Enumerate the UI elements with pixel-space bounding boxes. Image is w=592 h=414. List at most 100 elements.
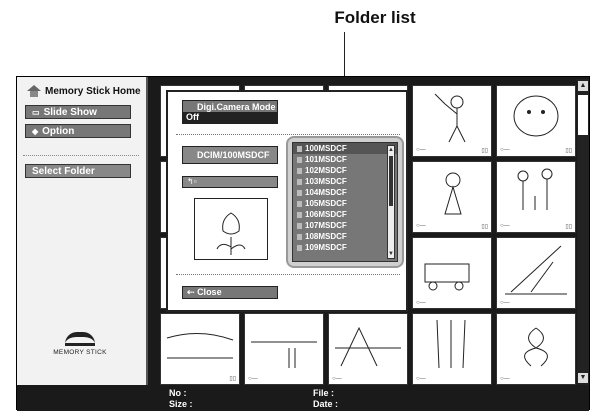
protect-icon: ○— <box>416 147 426 153</box>
home-label: Memory Stick Home <box>45 85 141 97</box>
folder-list: 100MSDCF 101MSDCF 102MSDCF 103MSDCF 104M… <box>292 142 398 262</box>
folder-item[interactable]: 105MSDCF <box>293 198 397 209</box>
folder-list-scrollbar[interactable]: ▲ ▼ <box>387 145 395 259</box>
protect-icon: ○— <box>500 376 510 382</box>
folder-item[interactable]: 103MSDCF <box>293 176 397 187</box>
camera-mode-value: Off <box>183 112 277 123</box>
info-size: Size : <box>169 399 193 409</box>
scroll-thumb[interactable] <box>578 95 588 135</box>
date-icon: ▯▯ <box>481 148 488 154</box>
folder-item[interactable]: 101MSDCF <box>293 154 397 165</box>
thumbnail[interactable]: ○— ▯▯ <box>496 161 576 233</box>
dog-image <box>513 95 559 137</box>
thumbnail[interactable]: ○— ▯▯ <box>496 85 576 157</box>
windsurfer-image <box>505 245 567 295</box>
folder-item[interactable]: 108MSDCF <box>293 231 397 242</box>
beach-image <box>166 332 234 359</box>
folder-icon <box>297 189 302 196</box>
folder-item[interactable]: 104MSDCF <box>293 187 397 198</box>
date-icon: ▯▯ <box>565 148 572 154</box>
memory-stick-logo-icon <box>65 332 95 346</box>
folder-icon <box>297 222 302 229</box>
memory-stick-home[interactable]: Memory Stick Home <box>27 85 141 97</box>
folder-name: 103MSDCF <box>305 177 347 186</box>
date-icon: ▯▯ <box>565 224 572 230</box>
thumbnail[interactable]: ○— <box>496 237 576 309</box>
family-image <box>517 168 553 210</box>
folder-list-callout-label: Folder list <box>334 8 416 27</box>
folder-path-label: DCIM/100MSDCF <box>197 150 270 160</box>
folder-icon <box>297 145 302 152</box>
memory-stick-logo-text: MEMORY STICK <box>53 349 107 356</box>
close-button[interactable]: ⇠ Close <box>182 286 278 299</box>
scroll-up-icon[interactable]: ▲ <box>578 81 588 91</box>
scroll-down-icon[interactable]: ▼ <box>578 373 588 383</box>
date-icon: ▯▯ <box>229 376 236 382</box>
folder-item[interactable]: 107MSDCF <box>293 220 397 231</box>
grid-scrollbar[interactable]: ▲ ▼ <box>577 79 589 385</box>
info-date: Date : <box>313 399 339 409</box>
slide-show-label: Slide Show <box>43 106 97 118</box>
flower-image <box>524 327 548 367</box>
folder-path-button[interactable]: DCIM/100MSDCF <box>182 146 278 164</box>
protect-icon: ○— <box>500 300 510 306</box>
folder-name: 106MSDCF <box>305 210 347 219</box>
home-icon <box>27 85 41 97</box>
scroll-down-icon[interactable]: ▼ <box>388 250 394 258</box>
thumbnail[interactable]: ○— <box>496 313 576 385</box>
train-image <box>424 263 470 291</box>
folder-item[interactable]: 100MSDCF <box>293 143 397 154</box>
back-arrow-icon: ⇠ <box>187 287 195 297</box>
folder-name: 109MSDCF <box>305 243 347 252</box>
option-button[interactable]: ◆ Option <box>25 124 131 138</box>
waterfall-image <box>436 319 466 369</box>
camera-mode-label: Digi.Camera Mode <box>197 102 276 112</box>
select-folder-button[interactable]: Select Folder <box>25 164 131 178</box>
sidebar: Memory Stick Home ▭ Slide Show ◆ Option … <box>17 77 148 385</box>
dialog-divider <box>176 134 400 135</box>
info-no: No : <box>169 388 187 398</box>
protect-icon: ○— <box>416 223 426 229</box>
tulip-image <box>216 212 246 255</box>
slide-show-button[interactable]: ▭ Slide Show <box>25 105 131 119</box>
scroll-thumb[interactable] <box>389 156 393 206</box>
close-label: Close <box>197 287 222 297</box>
select-folder-dialog: Digi.Camera Mode Off DCIM/100MSDCF ↰▫ ⇠ … <box>166 90 408 312</box>
lighthouse-image <box>335 326 401 367</box>
thumbnail[interactable]: ○— <box>412 313 492 385</box>
date-icon: ▯▯ <box>481 224 488 230</box>
folder-icon <box>297 167 302 174</box>
thumbnail[interactable]: ○— <box>328 313 408 385</box>
slideshow-icon: ▭ <box>32 107 40 117</box>
dialog-divider <box>176 274 400 275</box>
protect-icon: ○— <box>248 376 258 382</box>
protect-icon: ○— <box>500 223 510 229</box>
folder-list-highlight: 100MSDCF 101MSDCF 102MSDCF 103MSDCF 104M… <box>286 136 404 268</box>
folder-icon <box>297 244 302 251</box>
info-file: File : <box>313 388 335 398</box>
protect-icon: ○— <box>416 376 426 382</box>
folder-name: 105MSDCF <box>305 199 347 208</box>
folder-item[interactable]: 109MSDCF <box>293 242 397 253</box>
folder-item[interactable]: 106MSDCF <box>293 209 397 220</box>
thumbnail[interactable]: ○— ▯▯ <box>412 161 492 233</box>
folder-preview <box>194 198 268 260</box>
thumbnail[interactable]: ○— ▯▯ <box>412 85 492 157</box>
folder-name: 102MSDCF <box>305 166 347 175</box>
woman-portrait-image <box>444 172 462 215</box>
option-icon: ◆ <box>32 126 39 136</box>
folder-icon <box>297 178 302 185</box>
couple-beach-image <box>251 341 317 368</box>
folder-item[interactable]: 102MSDCF <box>293 165 397 176</box>
thumbnail[interactable]: ○— <box>244 313 324 385</box>
select-folder-label: Select Folder <box>32 165 95 177</box>
thumbnail[interactable]: ○— <box>412 237 492 309</box>
thumbnail[interactable]: ▯▯ <box>160 313 240 385</box>
protect-icon: ○— <box>332 376 342 382</box>
camera-mode-button[interactable]: Digi.Camera Mode Off <box>182 100 278 124</box>
scroll-up-icon[interactable]: ▲ <box>388 146 394 154</box>
sidebar-divider <box>23 155 139 156</box>
folder-up-button[interactable]: ↰▫ <box>182 176 278 188</box>
folder-icon <box>297 200 302 207</box>
folder-up-icon: ↰▫ <box>187 177 197 186</box>
